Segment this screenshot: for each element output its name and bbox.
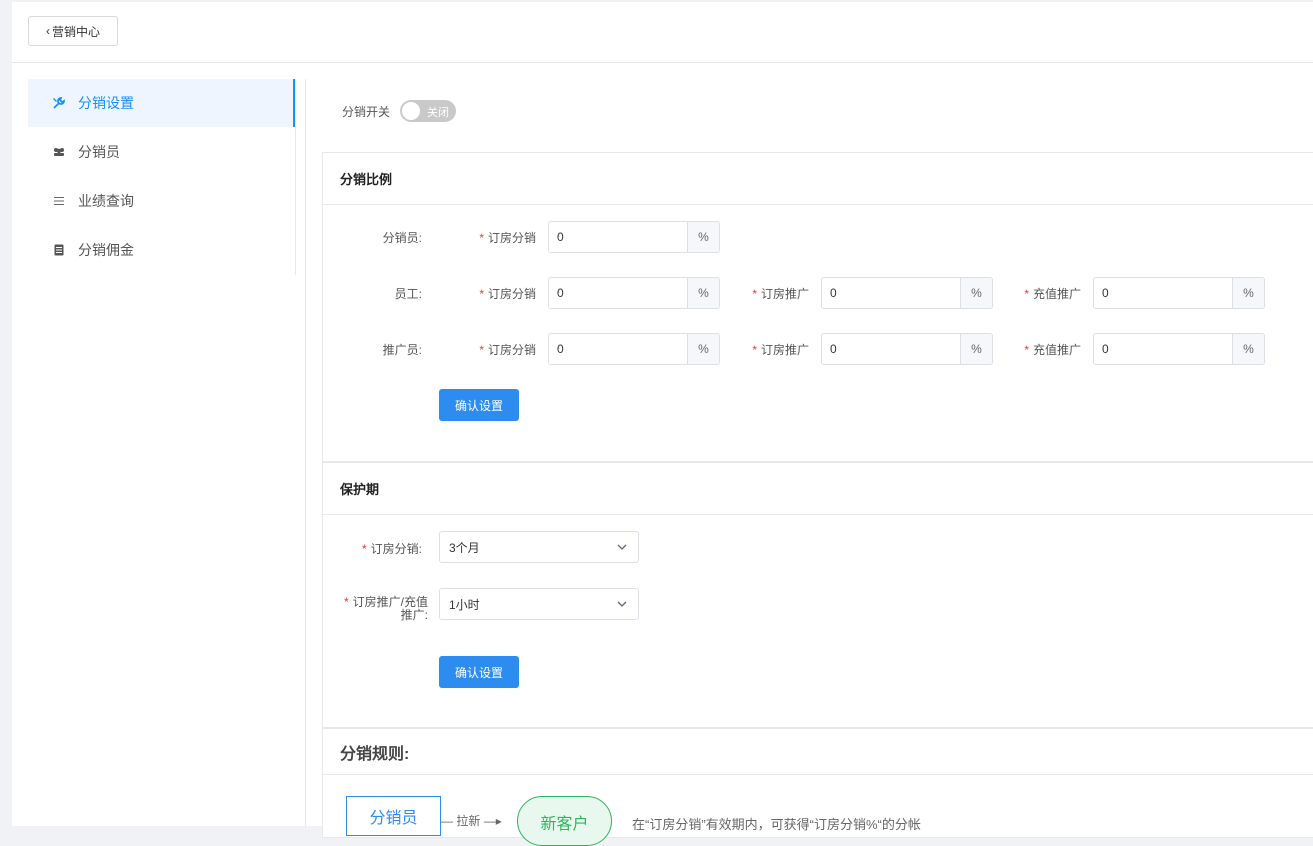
staff-booking-input[interactable]: [549, 278, 687, 308]
tools-icon: [52, 96, 66, 110]
switch-label: 分销开关: [342, 104, 391, 119]
distribution-toggle[interactable]: 关闭: [400, 100, 457, 122]
ratio-card-title: 分销比例: [323, 153, 1313, 205]
top-bar: ‹ 营销中心: [12, 2, 1313, 63]
back-button-label: 营销中心: [51, 24, 100, 39]
percent-unit: %: [687, 334, 719, 364]
staff-booking-label: * 订房分销: [479, 287, 536, 301]
new-customer-node: 新客户: [517, 796, 612, 846]
promoter-booking-label: * 订房分销: [479, 343, 536, 357]
sidebar-item-label: 业绩查询: [78, 192, 134, 209]
staff-row-label: 员工:: [394, 287, 422, 301]
sidebar-item-distributors[interactable]: 分销员: [28, 127, 295, 176]
staff-recharge-promo-field: %: [1093, 277, 1265, 309]
distributor-booking-input[interactable]: [549, 222, 687, 252]
percent-unit: %: [687, 278, 719, 308]
percent-unit: %: [960, 278, 992, 308]
distributor-node: 分销员: [346, 796, 441, 836]
percent-unit: %: [1232, 278, 1264, 308]
staff-recharge-promo-input[interactable]: [1094, 278, 1232, 308]
list-icon: [52, 194, 66, 208]
promoter-booking-promo-label: * 订房推广: [752, 343, 809, 357]
divider: [305, 79, 306, 826]
document-icon: [52, 243, 66, 257]
promoter-booking-promo-field: %: [821, 333, 993, 365]
booking-protection-label: * 订房分销:: [361, 542, 422, 556]
distributor-row-label: 分销员:: [382, 231, 422, 245]
promoter-booking-input[interactable]: [549, 334, 687, 364]
chevron-down-icon: [616, 541, 628, 556]
chevron-down-icon: [616, 598, 628, 613]
toggle-state-text: 关闭: [427, 107, 450, 119]
sidebar-item-distribution-settings[interactable]: 分销设置: [28, 79, 295, 127]
promo-protection-select[interactable]: 1小时: [439, 588, 639, 620]
distributor-booking-field: %: [548, 221, 720, 253]
percent-unit: %: [687, 222, 719, 252]
ratio-confirm-button[interactable]: 确认设置: [439, 389, 519, 421]
rules-card-title: 分销规则:: [323, 729, 1313, 775]
promo-protection-value: 1小时: [449, 597, 480, 612]
promo-protection-label: * 订房推广/充值 推广:: [343, 595, 428, 622]
chevron-left-icon: ‹: [45, 24, 50, 38]
sidebar-item-label: 分销佣金: [78, 241, 134, 258]
sidebar-item-label: 分销员: [78, 143, 120, 160]
sidebar-item-performance[interactable]: 业绩查询: [28, 176, 295, 225]
distribution-switch-row: 分销开关 关闭: [342, 100, 457, 122]
sidebar-item-label: 分销设置: [78, 95, 134, 111]
promoter-booking-field: %: [548, 333, 720, 365]
percent-unit: %: [1232, 334, 1264, 364]
distributor-booking-label: * 订房分销: [479, 231, 536, 245]
toggle-knob: [402, 102, 421, 120]
staff-booking-promo-input[interactable]: [822, 278, 960, 308]
staff-booking-field: %: [548, 277, 720, 309]
promoter-recharge-promo-label: * 充值推广: [1024, 343, 1081, 357]
promoter-row-label: 推广员:: [382, 343, 422, 357]
sidebar: 分销设置 分销员 业绩查询 分销佣金: [28, 79, 296, 275]
booking-protection-value: 3个月: [449, 540, 480, 555]
promoter-recharge-promo-input[interactable]: [1094, 334, 1232, 364]
percent-unit: %: [960, 334, 992, 364]
promoter-recharge-promo-field: %: [1093, 333, 1265, 365]
protection-card-title: 保护期: [323, 463, 1313, 515]
sidebar-item-commission[interactable]: 分销佣金: [28, 225, 295, 274]
staff-recharge-promo-label: * 充值推广: [1024, 287, 1081, 301]
rule-description: 在“订房分销”有效期内，可获得“订房分销%“的分帐: [632, 817, 921, 832]
protection-confirm-button[interactable]: 确认设置: [439, 656, 519, 688]
pull-new-arrow: — 拉新 —▸: [441, 814, 502, 828]
staff-booking-promo-field: %: [821, 277, 993, 309]
booking-protection-select[interactable]: 3个月: [439, 531, 639, 563]
users-icon: [52, 145, 66, 159]
staff-booking-promo-label: * 订房推广: [752, 287, 809, 301]
back-button[interactable]: ‹ 营销中心: [28, 16, 118, 46]
promoter-booking-promo-input[interactable]: [822, 334, 960, 364]
